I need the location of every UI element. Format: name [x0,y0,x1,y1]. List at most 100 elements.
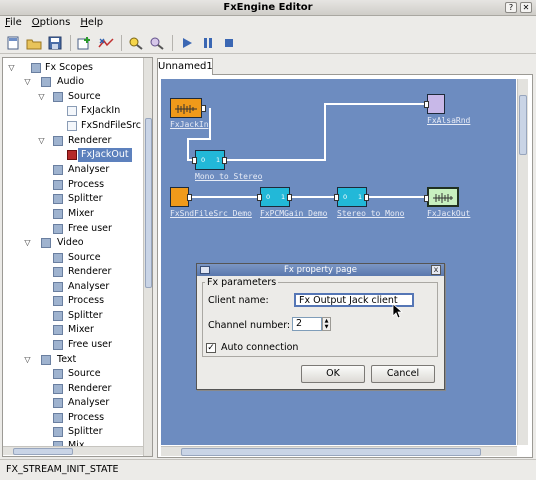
tree-item-audio-analyser[interactable]: Analyser [3,163,152,177]
waveform-icon [433,193,453,203]
channel-number-input[interactable]: 2 [292,317,322,331]
chevron-down-icon[interactable]: ▽ [37,92,46,101]
fx-node-alsa[interactable] [424,94,445,114]
tree-item-video-mixer[interactable]: Mixer [3,323,152,337]
input-pin[interactable] [334,194,339,201]
add-fx-icon[interactable] [76,34,94,52]
zoom-out-icon[interactable] [148,34,166,52]
auto-connection-checkbox[interactable]: ✓ [206,343,216,353]
tree-item-fxjackout[interactable]: FxJackOut [3,148,152,162]
tree-item-video-free-user[interactable]: Free user [3,338,152,352]
toolbar-separator [121,34,122,51]
connection-wire[interactable] [187,138,211,140]
ok-button[interactable]: OK [301,365,365,383]
connection-wire[interactable] [187,138,189,159]
fx-node-sndfile[interactable] [170,187,192,207]
cancel-button[interactable]: Cancel [371,365,435,383]
stop-icon[interactable] [220,34,238,52]
tree-item-text-splitter[interactable]: Splitter [3,425,152,439]
fx-scope-tree[interactable]: ▽ Fx Scopes ▽ Audio ▽ Source FxJackIn Fx… [2,57,153,457]
fx-node-pcmgain[interactable]: 0 1 [257,187,292,207]
fx-node-jackout[interactable] [424,187,459,207]
tree-item-audio-renderer[interactable]: ▽ Renderer [3,134,152,148]
tab-unnamed1[interactable]: Unnamed1 [157,58,213,75]
tree-item-fxjackin[interactable]: FxJackIn [3,104,152,118]
fx-node-stereo-to-mono[interactable]: 0 1 [334,187,369,207]
output-pin[interactable] [187,194,192,201]
folder-icon [53,413,63,423]
folder-icon [31,63,41,73]
input-pin[interactable] [192,157,197,164]
fx-node-mono-to-stereo[interactable]: 0 1 [192,150,227,170]
dialog-title-bar[interactable]: Fx property page x [197,264,444,276]
tree-item-video-splitter[interactable]: Splitter [3,309,152,323]
new-icon[interactable] [4,34,22,52]
tree-item-audio-splitter[interactable]: Splitter [3,192,152,206]
tree-label: Process [68,412,105,423]
menu-help[interactable]: Help [75,16,108,31]
tree-item-audio-source[interactable]: ▽ Source [3,90,152,104]
input-pin[interactable] [424,195,429,202]
tree-item-fxsndfilesrc[interactable]: FxSndFileSrc D [3,119,152,133]
tree-item-audio-free-user[interactable]: Free user [3,222,152,236]
tree-item-video[interactable]: ▽ Video [3,236,152,250]
tree-item-text[interactable]: ▽ Text [3,353,152,367]
menu-bar: File Options Help [0,16,536,31]
output-pin[interactable] [201,105,206,112]
tree-vertical-scrollbar[interactable] [143,58,152,456]
zoom-in-icon[interactable] [127,34,145,52]
connection-wire[interactable] [189,196,261,198]
open-icon[interactable] [25,34,43,52]
tree-label: Renderer [68,135,112,146]
connection-wire[interactable] [324,103,427,105]
save-icon[interactable] [46,34,64,52]
tree-horizontal-scrollbar[interactable] [3,446,143,455]
menu-options[interactable]: Options [27,16,76,31]
help-button[interactable]: ? [505,2,517,13]
chevron-down-icon[interactable]: ▽ [37,136,46,145]
output-pin[interactable] [364,194,369,201]
scrollbar-thumb[interactable] [181,448,481,456]
tree-item-text-analyser[interactable]: Analyser [3,396,152,410]
channel-spin-buttons[interactable]: ▲ ▼ [322,317,331,331]
canvas-vertical-scrollbar[interactable] [517,79,528,445]
dialog-close-button[interactable]: x [431,265,441,275]
connection-wire[interactable] [289,196,337,198]
chevron-down-icon[interactable]: ▽ [7,63,16,72]
menu-file[interactable]: File [0,16,27,31]
output-pin[interactable] [287,194,292,201]
chevron-down-icon[interactable]: ▽ [23,77,32,86]
play-icon[interactable] [178,34,196,52]
tree-item-fx-scopes[interactable]: ▽ Fx Scopes [3,61,152,75]
chevron-down-icon[interactable]: ▽ [23,355,32,364]
scrollbar-thumb[interactable] [13,448,73,455]
tree-item-audio-process[interactable]: Process [3,178,152,192]
input-pin[interactable] [424,101,429,108]
connection-wire[interactable] [324,103,326,161]
tree-item-video-process[interactable]: Process [3,294,152,308]
close-button[interactable]: ✕ [520,2,532,13]
pause-icon[interactable] [199,34,217,52]
tree-item-video-source[interactable]: Source [3,251,152,265]
tree-item-video-analyser[interactable]: Analyser [3,280,152,294]
tree-item-video-renderer[interactable]: Renderer [3,265,152,279]
connection-wire[interactable] [365,196,429,198]
tree-item-text-source[interactable]: Source [3,367,152,381]
toolbar-separator [172,34,173,51]
input-pin[interactable] [257,194,262,201]
tree-item-audio[interactable]: ▽ Audio [3,75,152,89]
folder-icon [53,398,63,408]
disconnect-icon[interactable] [97,34,115,52]
chevron-down-icon[interactable]: ▽ [23,238,32,247]
canvas-horizontal-scrollbar[interactable] [161,446,517,456]
connection-wire[interactable] [209,108,211,140]
graph-canvas[interactable]: FxJackIn FxAlsaRnd 0 1 Mono to Stereo Fx… [161,79,516,445]
connection-wire[interactable] [225,159,326,161]
scrollbar-thumb[interactable] [519,95,527,155]
tree-item-text-renderer[interactable]: Renderer [3,382,152,396]
scrollbar-thumb[interactable] [145,118,152,288]
tree-item-text-process[interactable]: Process [3,411,152,425]
output-pin[interactable] [222,157,227,164]
fx-node-jackin[interactable] [170,98,206,118]
tree-item-audio-mixer[interactable]: Mixer [3,207,152,221]
